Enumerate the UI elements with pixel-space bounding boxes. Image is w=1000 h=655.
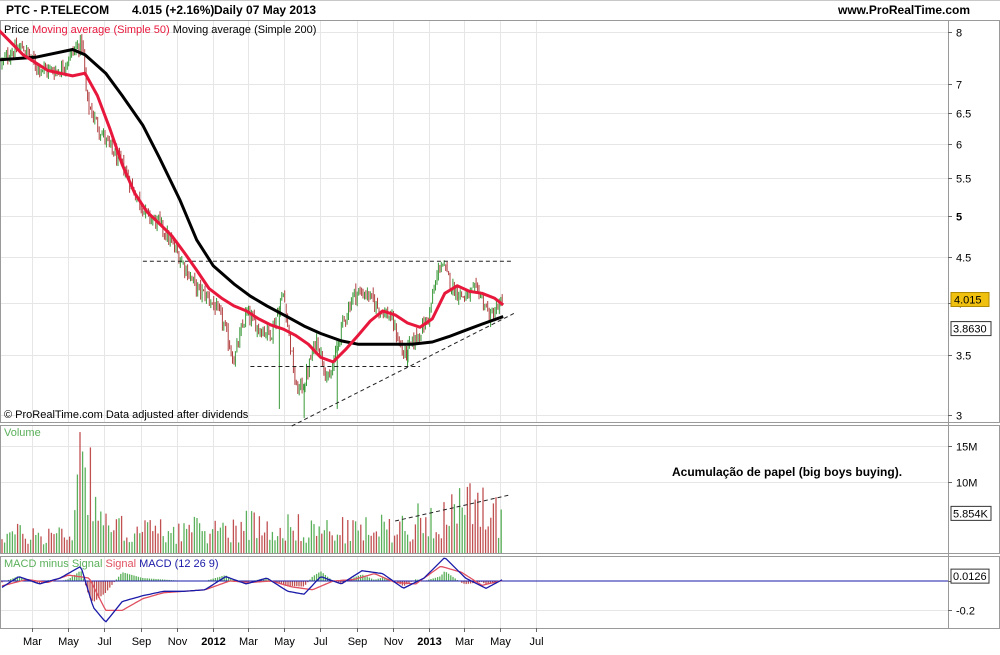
header-symbol: PTC - P.TELECOM — [6, 3, 110, 17]
header-site: www.ProRealTime.com — [838, 3, 971, 17]
sma200-line — [0, 48, 504, 346]
legend-sma50: Moving average (Simple 50) — [29, 24, 170, 36]
price-y-tick-label: 7 — [956, 80, 962, 92]
price-y-tick-label: 8 — [956, 28, 962, 40]
volume-y-tick-label: 15M — [956, 442, 977, 454]
x-tick-label: Mar — [239, 636, 258, 648]
price-y-tick-label: 3 — [956, 411, 962, 423]
header-quote: 4.015 (+2.16%) — [132, 3, 215, 17]
x-tick-label: May — [490, 636, 511, 648]
last-price-label: 4.015 — [954, 295, 982, 307]
x-tick-label: May — [274, 636, 295, 648]
macd-last-label: 0.0126 — [953, 571, 987, 583]
x-tick-label: Sep — [348, 636, 368, 648]
x-tick-label: 2013 — [417, 636, 441, 648]
price-y-tick-label: 3.5 — [956, 351, 971, 363]
legend-macd: MACD (12 26 9) — [136, 558, 219, 570]
macd-legend: MACD minus Signal Signal MACD (12 26 9) — [4, 558, 219, 570]
x-tick-label: Jul — [529, 636, 543, 648]
x-tick-label: Sep — [132, 636, 152, 648]
x-tick-label: Mar — [455, 636, 474, 648]
x-tick-label: Nov — [168, 636, 188, 648]
x-tick-label: May — [58, 636, 79, 648]
price-y-tick-label: 6.5 — [956, 109, 971, 121]
header-period: Daily 07 May 2013 — [214, 3, 317, 17]
legend-signal: Signal — [102, 558, 136, 570]
macd-y-tick-label: -0.2 — [956, 606, 975, 618]
price-y-tick-label: 4.5 — [956, 253, 971, 265]
volume-last-label: 5.854K — [953, 508, 989, 520]
legend-sma200: Moving average (Simple 200) — [170, 24, 317, 36]
x-tick-label: Nov — [384, 636, 404, 648]
price-footer: © ProRealTime.com Data adjusted after di… — [4, 409, 249, 421]
volume-annotation: Acumulação de papel (big boys buying). — [672, 465, 902, 479]
price-y-tick-label: 6 — [956, 140, 962, 152]
legend-price: Price — [4, 24, 29, 36]
last-sma200-label: 3.8630 — [953, 324, 987, 336]
x-tick-label: Jul — [97, 636, 111, 648]
volume-legend: Volume — [4, 427, 41, 439]
chart-root: Mar May Jul Sep Nov 2012 Mar May Jul Sep Nov 2013 Ma… — [0, 0, 1000, 650]
x-tick-label: Jul — [313, 636, 327, 648]
volume-y-tick-label: 10M — [956, 478, 977, 490]
signal-line — [1, 566, 503, 612]
volume-bars — [1, 432, 502, 553]
price-legend: Price Moving average (Simple 50) Moving … — [4, 24, 316, 36]
price-candles — [1, 34, 503, 419]
price-y-tick-label: 5.5 — [956, 174, 971, 186]
x-tick-label: 2012 — [201, 636, 225, 648]
legend-macd-hist: MACD minus Signal — [4, 558, 102, 570]
chart-svg: Mar May Jul Sep Nov 2012 Mar May Jul Sep Nov 2013 Ma… — [0, 0, 1000, 648]
price-y-tick-label: 5 — [956, 212, 962, 224]
x-tick-label: Mar — [23, 636, 42, 648]
